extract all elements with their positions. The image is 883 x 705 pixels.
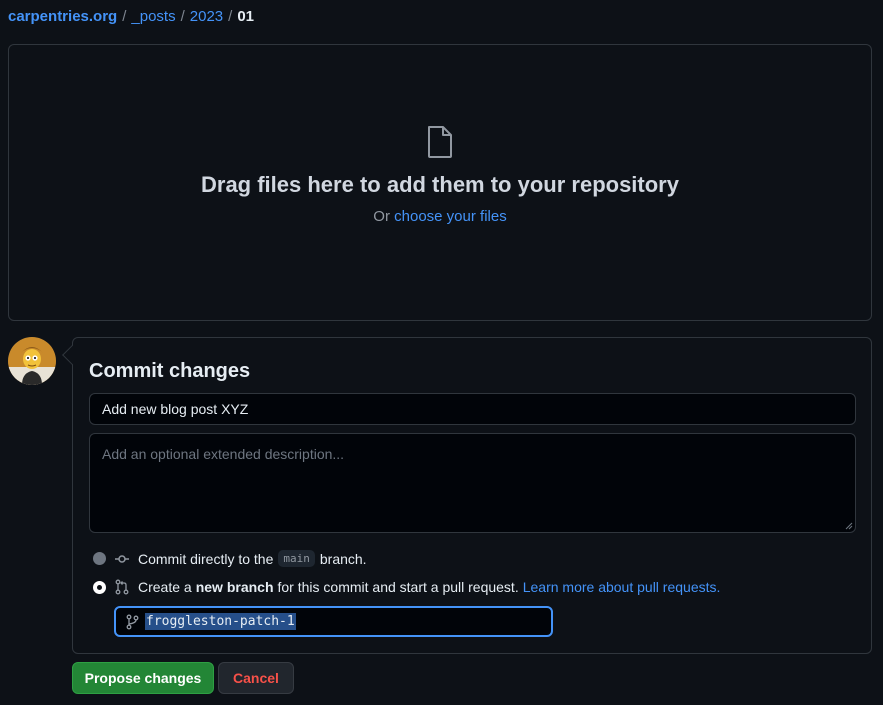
breadcrumb-separator: / xyxy=(180,8,185,25)
drop-zone-headline: Drag files here to add them to your repo… xyxy=(201,172,679,197)
branch-name-value: froggleston-patch-1 xyxy=(145,613,296,630)
commit-directly-prefix: Commit directly to the xyxy=(138,550,274,567)
breadcrumb-separator: / xyxy=(122,8,127,25)
commit-changes-panel: Commit changes Add new blog post XYZ Add… xyxy=(62,337,872,654)
drop-zone-subtext: Or choose your files xyxy=(373,208,506,225)
new-branch-prefix: Create a xyxy=(138,579,192,595)
commit-description-placeholder: Add an optional extended description... xyxy=(102,446,345,462)
breadcrumb-posts-link[interactable]: _posts xyxy=(131,8,175,26)
branch-name-input[interactable]: froggleston-patch-1 xyxy=(114,606,553,637)
drop-zone-or-text: Or xyxy=(373,208,390,225)
breadcrumb-year-link[interactable]: 2023 xyxy=(190,8,223,26)
file-drop-zone[interactable]: Drag files here to add them to your repo… xyxy=(8,44,872,321)
option-new-branch[interactable]: Create a new branch for this commit and … xyxy=(93,579,720,595)
learn-more-pull-requests-link[interactable]: Learn more about pull requests. xyxy=(523,579,721,595)
radio-new-branch[interactable] xyxy=(93,580,106,594)
git-commit-icon xyxy=(115,554,129,563)
file-icon xyxy=(428,126,452,158)
propose-changes-button[interactable]: Propose changes xyxy=(72,662,214,694)
commit-directly-suffix: branch. xyxy=(319,550,367,567)
radio-commit-directly[interactable] xyxy=(93,552,106,565)
new-branch-suffix: for this commit and start a pull request… xyxy=(277,579,519,595)
breadcrumb-repo-link[interactable]: carpentries.org xyxy=(8,8,117,26)
resize-grip-icon[interactable] xyxy=(845,522,853,530)
commit-summary-input[interactable]: Add new blog post XYZ xyxy=(89,393,856,425)
avatar[interactable] xyxy=(8,337,56,385)
option-commit-directly[interactable]: Commit directly to the main branch. xyxy=(93,550,367,567)
new-branch-bold: new branch xyxy=(195,579,274,595)
git-pull-request-icon xyxy=(115,579,129,595)
panel-caret xyxy=(62,345,82,365)
breadcrumb: carpentries.org / _posts / 2023 / 01 xyxy=(8,8,254,26)
cancel-button[interactable]: Cancel xyxy=(218,662,294,694)
breadcrumb-separator: / xyxy=(228,8,233,25)
breadcrumb-current: 01 xyxy=(237,8,254,25)
main-branch-label: main xyxy=(278,550,315,567)
avatar-image xyxy=(8,337,56,385)
git-branch-icon xyxy=(126,614,139,629)
commit-title: Commit changes xyxy=(89,360,251,382)
commit-description-input[interactable]: Add an optional extended description... xyxy=(89,433,856,533)
choose-files-link[interactable]: choose your files xyxy=(394,208,507,225)
